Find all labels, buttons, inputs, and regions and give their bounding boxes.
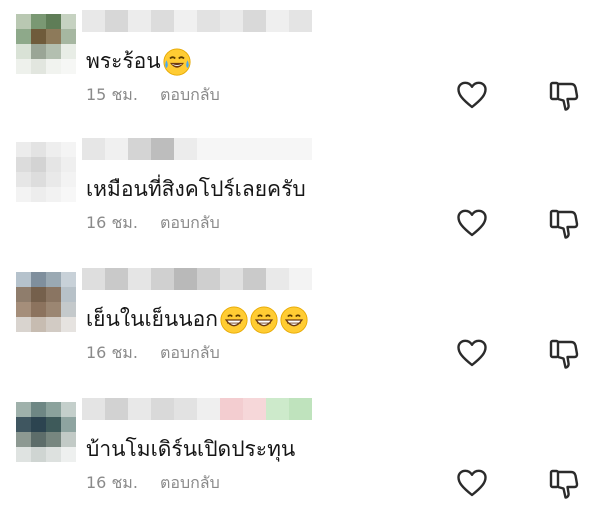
like-button[interactable] (456, 80, 488, 110)
avatar[interactable] (16, 142, 76, 202)
comment-meta: 15 ชม. ตอบกลับ (86, 84, 220, 106)
username[interactable] (82, 268, 312, 290)
username[interactable] (82, 138, 312, 160)
grinning-emoji (220, 306, 248, 334)
username[interactable] (82, 398, 312, 420)
avatar[interactable] (16, 14, 76, 74)
reply-button[interactable]: ตอบกลับ (160, 212, 220, 234)
comment-item: บ้านโมเดิร์นเปิดประทุน 16 ชม. ตอบกลับ (0, 388, 600, 508)
username[interactable] (82, 10, 312, 32)
comment-item: เหมือนที่สิงคโปร์เลยครับ 16 ชม. ตอบกลับ (0, 128, 600, 248)
comment-meta: 16 ชม. ตอบกลับ (86, 342, 220, 364)
thumbs-down-outline-icon (549, 209, 579, 239)
comment-body: บ้านโมเดิร์นเปิดประทุน (86, 437, 296, 461)
avatar[interactable] (16, 272, 76, 332)
heart-outline-icon (457, 469, 487, 497)
comment-body: เหมือนที่สิงคโปร์เลยครับ (86, 177, 306, 201)
timestamp: 16 ชม. (86, 343, 138, 362)
thumbs-down-outline-icon (549, 469, 579, 499)
timestamp: 16 ชม. (86, 473, 138, 492)
comment-item: พระร้อน 15 ชม. ตอบกลับ (0, 0, 600, 120)
dislike-button[interactable] (548, 468, 580, 500)
like-button[interactable] (456, 468, 488, 498)
reply-button[interactable]: ตอบกลับ (160, 84, 220, 106)
like-button[interactable] (456, 208, 488, 238)
thumbs-down-outline-icon (549, 339, 579, 369)
comment-text: พระร้อน (86, 46, 191, 76)
comment-text: บ้านโมเดิร์นเปิดประทุน (86, 434, 295, 464)
thumbs-down-outline-icon (549, 81, 579, 111)
timestamp: 16 ชม. (86, 213, 138, 232)
comment-body: เย็นในเย็นนอก (86, 307, 218, 331)
grinning-emoji (280, 306, 308, 334)
heart-outline-icon (457, 81, 487, 109)
heart-outline-icon (457, 209, 487, 237)
comment-body: พระร้อน (86, 49, 161, 73)
avatar[interactable] (16, 402, 76, 462)
tears-of-joy-emoji (163, 48, 191, 76)
comment-item: เย็นในเย็นนอก 16 ชม. ตอบกลับ (0, 258, 600, 378)
grinning-emoji (250, 306, 278, 334)
comment-text: เหมือนที่สิงคโปร์เลยครับ (86, 174, 306, 204)
dislike-button[interactable] (548, 338, 580, 370)
dislike-button[interactable] (548, 80, 580, 112)
reply-button[interactable]: ตอบกลับ (160, 342, 220, 364)
reply-button[interactable]: ตอบกลับ (160, 472, 220, 494)
like-button[interactable] (456, 338, 488, 368)
dislike-button[interactable] (548, 208, 580, 240)
comment-meta: 16 ชม. ตอบกลับ (86, 212, 220, 234)
timestamp: 15 ชม. (86, 85, 138, 104)
comment-text: เย็นในเย็นนอก (86, 304, 308, 334)
heart-outline-icon (457, 339, 487, 367)
comment-meta: 16 ชม. ตอบกลับ (86, 472, 220, 494)
